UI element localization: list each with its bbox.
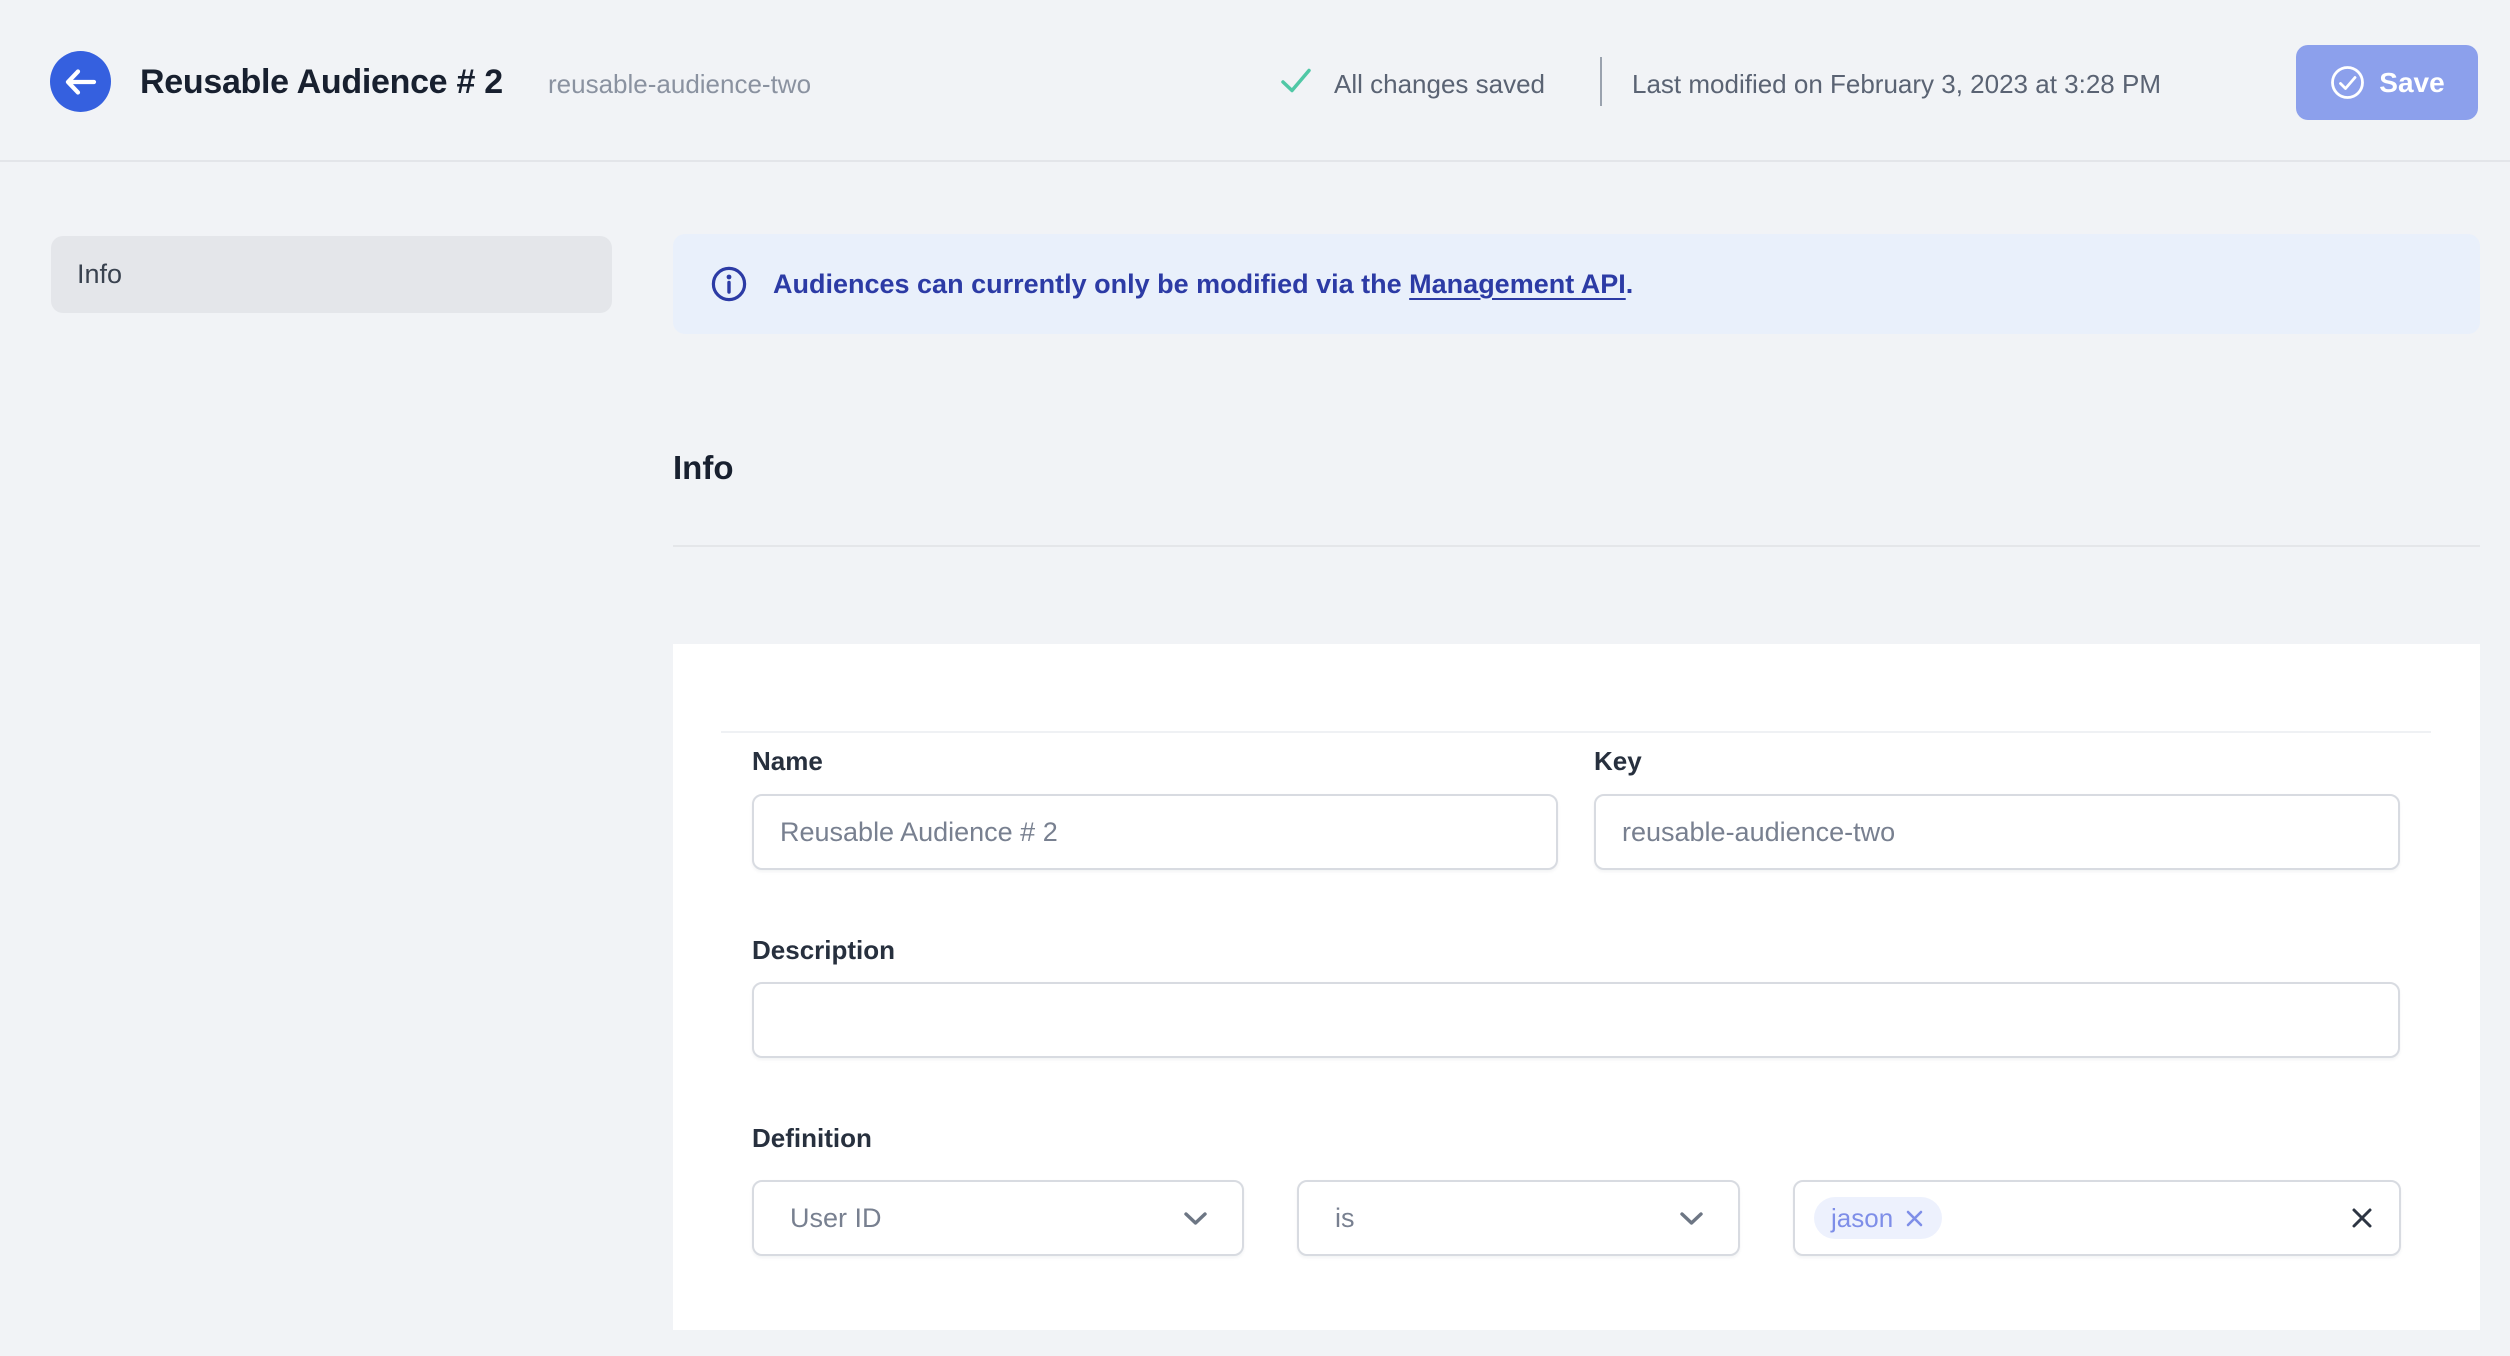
page: Reusable Audience # 2 reusable-audience-… [0,0,2510,1356]
card-divider [721,731,2431,733]
chevron-down-icon [1680,1211,1703,1225]
banner-suffix: . [1625,268,1634,299]
name-label: Name [752,746,823,776]
section-divider [673,545,2480,547]
key-input[interactable] [1594,794,2400,870]
close-icon [2352,1208,2372,1228]
header-divider [1600,57,1602,106]
chevron-down-icon [1184,1211,1207,1225]
info-card: Name Key Description Definition User ID … [673,644,2480,1330]
banner-text: Audiences can currently only be modified… [773,268,1410,299]
sidebar-item-label: Info [77,259,123,289]
save-button[interactable]: Save [2296,45,2478,120]
info-icon [711,266,747,302]
arrow-left-icon [65,68,96,95]
definition-attribute-select[interactable]: User ID [752,1180,1244,1256]
definition-operator-select[interactable]: is [1297,1180,1740,1256]
info-banner: Audiences can currently only be modified… [673,234,2480,334]
sidebar-item-info[interactable]: Info [51,236,612,313]
name-input[interactable] [752,794,1558,870]
description-input[interactable] [752,982,2400,1058]
tag-chip-label: jason [1831,1202,1894,1233]
clear-values-button[interactable] [2349,1205,2375,1231]
save-status-text: All changes saved [1334,69,1546,99]
definition-values-input[interactable]: jason [1793,1180,2401,1256]
definition-attribute-value: User ID [790,1202,882,1233]
page-subtitle-key: reusable-audience-two [548,69,812,99]
page-title: Reusable Audience # 2 [140,63,503,101]
check-icon [1281,68,1311,93]
definition-label: Definition [752,1123,872,1153]
banner-message: Audiences can currently only be modified… [773,269,1633,300]
key-label: Key [1594,746,1642,776]
save-button-label: Save [2379,66,2445,98]
definition-operator-value: is [1335,1202,1355,1233]
last-modified-text: Last modified on February 3, 2023 at 3:2… [1632,69,2161,99]
header: Reusable Audience # 2 reusable-audience-… [0,0,2510,162]
description-label: Description [752,935,896,965]
circle-check-icon [2331,66,2365,99]
x-icon [1906,1210,1923,1226]
section-title: Info [673,449,734,486]
management-api-link[interactable]: Management API [1409,269,1626,299]
back-button[interactable] [50,51,111,112]
tag-remove-button[interactable] [1904,1208,1925,1229]
tag-chip: jason [1814,1197,1943,1239]
